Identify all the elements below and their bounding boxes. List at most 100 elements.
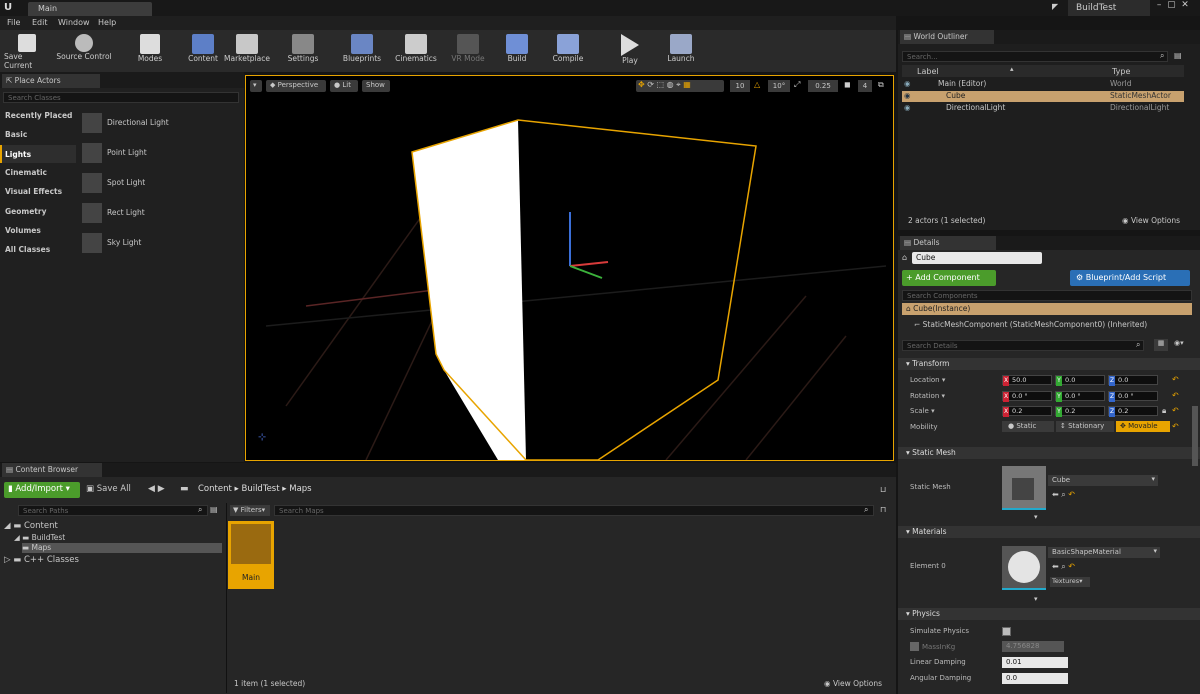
outliner-row-main[interactable]: ◉ Main (Editor) World	[902, 79, 1184, 90]
category-all-classes[interactable]: All Classes	[5, 245, 50, 254]
static-mesh-dropdown[interactable]: Cube ▾	[1048, 475, 1158, 486]
rotation-y-field[interactable]: Y 0.0 °	[1055, 391, 1105, 402]
chevron-down-icon[interactable]: ▾	[1034, 513, 1048, 521]
show-button[interactable]: Show	[362, 80, 390, 92]
eye-icon[interactable]: ◉	[904, 91, 911, 100]
static-mesh-thumbnail[interactable]	[1002, 466, 1046, 510]
scale-snap-value[interactable]: 0.25	[808, 80, 838, 92]
viewport[interactable]: ▾ ◆ Perspective ● Lit Show ✥ ⟳ ⬚ ◍ ⌖ ▦ 1…	[245, 75, 894, 461]
actor-sky-light[interactable]: Sky Light	[80, 232, 240, 254]
mass-override-checkbox[interactable]	[910, 642, 919, 651]
material-browse-icons[interactable]: ⬅ ⌕ ↶	[1052, 562, 1092, 572]
lock-icon[interactable]: 🔒︎	[1162, 406, 1172, 416]
save-all-button[interactable]: ▣ Save All	[86, 484, 142, 496]
launch-button[interactable]: Launch	[664, 30, 698, 63]
physics-section-header[interactable]: ▾ Physics	[898, 608, 1200, 620]
settings-button[interactable]: Settings	[283, 30, 323, 63]
reset-icon[interactable]: ↶	[1172, 406, 1180, 416]
menu-file[interactable]: File	[7, 18, 20, 27]
sources-view-icon[interactable]: ▤	[210, 505, 220, 515]
location-z-field[interactable]: Z 0.0	[1108, 375, 1158, 386]
category-recently-placed[interactable]: Recently Placed	[5, 111, 72, 120]
materials-section-header[interactable]: ▾ Materials	[898, 526, 1200, 538]
viewport-options-button[interactable]: ▾	[250, 80, 262, 92]
eye-icon[interactable]: ◉	[904, 79, 911, 88]
rotation-label[interactable]: Rotation ▾	[910, 392, 945, 400]
category-cinematic[interactable]: Cinematic	[5, 168, 47, 177]
property-matrix-icon[interactable]: ▦	[1154, 339, 1168, 351]
grid-snap-value[interactable]: 10	[730, 80, 750, 92]
history-nav-buttons[interactable]: ◀ ▶	[148, 484, 172, 496]
tree-cpp-classes[interactable]: ▷ ▬ C++ Classes	[4, 555, 224, 567]
breadcrumb-maps[interactable]: Maps	[289, 484, 311, 494]
location-label[interactable]: Location ▾	[910, 376, 945, 384]
marketplace-button[interactable]: Marketplace	[224, 30, 270, 63]
filters-button[interactable]: ▼ Filters▾	[230, 505, 270, 516]
lit-button[interactable]: ● Lit	[330, 80, 358, 92]
search-maps-input[interactable]: Search Maps	[274, 505, 874, 516]
linear-damping-field[interactable]: 0.01	[1002, 657, 1068, 668]
simulate-physics-checkbox[interactable]	[1002, 627, 1011, 636]
vr-mode-button[interactable]: VR Mode	[448, 30, 488, 63]
location-x-field[interactable]: X 50.0	[1002, 375, 1052, 386]
compile-button[interactable]: Compile	[550, 30, 586, 63]
location-y-field[interactable]: Y 0.0	[1055, 375, 1105, 386]
chevron-down-icon[interactable]: ▾	[1034, 595, 1048, 603]
build-button[interactable]: Build	[500, 30, 534, 63]
col-label[interactable]: Label	[917, 67, 939, 76]
save-current-button[interactable]: Save Current	[4, 30, 50, 70]
search-classes-input[interactable]: Search Classes	[3, 92, 239, 103]
reset-icon[interactable]: ↶	[1068, 562, 1075, 571]
use-selected-icon[interactable]: ⬅	[1052, 490, 1061, 499]
transform-mode-buttons[interactable]: ✥ ⟳ ⬚ ◍ ⌖ ▦	[636, 80, 724, 92]
actor-rect-light[interactable]: Rect Light	[80, 202, 240, 224]
menu-help[interactable]: Help	[98, 18, 116, 27]
tab-world-outliner[interactable]: ▤ World Outliner	[900, 30, 994, 44]
tab-main[interactable]: Main	[28, 2, 152, 16]
tree-content[interactable]: ◢ ▬ Content	[4, 521, 224, 533]
rotation-snap-value[interactable]: 10°	[768, 80, 790, 92]
mobility-stationary-button[interactable]: ↕ Stationary	[1056, 421, 1114, 432]
angular-damping-field[interactable]: 0.0	[1002, 673, 1068, 684]
search-components-input[interactable]: Search Components	[902, 290, 1192, 301]
scale-label[interactable]: Scale ▾	[910, 407, 935, 415]
tab-content-browser[interactable]: ▤ Content Browser	[2, 463, 102, 477]
category-visual-effects[interactable]: Visual Effects	[5, 187, 62, 196]
tree-buildtest[interactable]: ◢ ▬ BuildTest	[14, 533, 224, 543]
lock-icon[interactable]: ⊓	[880, 505, 890, 515]
outliner-search-input[interactable]: Search...	[902, 51, 1168, 62]
eye-icon[interactable]: ◉	[904, 103, 911, 112]
rotation-x-field[interactable]: X 0.0 °	[1002, 391, 1052, 402]
gizmo-x[interactable]	[569, 261, 609, 267]
menu-edit[interactable]: Edit	[32, 18, 48, 27]
window-controls[interactable]: – ▢ ✕	[1154, 0, 1200, 12]
breadcrumb-buildtest[interactable]: BuildTest	[241, 484, 279, 494]
static-mesh-component-row[interactable]: ⌐ StaticMeshComponent (StaticMeshCompone…	[914, 320, 1184, 332]
transform-section-header[interactable]: ▾ Transform	[898, 358, 1200, 370]
add-component-button[interactable]: + Add Component	[902, 270, 996, 286]
breadcrumb-content[interactable]: Content	[198, 484, 232, 494]
actor-directional-light[interactable]: Directional Light	[80, 112, 240, 134]
tab-place-actors[interactable]: ⇱ Place Actors	[2, 74, 100, 88]
content-button[interactable]: Content	[184, 30, 222, 63]
outliner-row-cube[interactable]: ◉ Cube StaticMeshActor	[902, 91, 1184, 102]
rotation-z-field[interactable]: Z 0.0 °	[1108, 391, 1158, 402]
actor-spot-light[interactable]: Spot Light	[80, 172, 240, 194]
category-basic[interactable]: Basic	[5, 130, 27, 139]
blueprints-button[interactable]: Blueprints	[340, 30, 384, 63]
tree-maps[interactable]: ▬ Maps	[22, 543, 222, 553]
outliner-row-light[interactable]: ◉ DirectionalLight DirectionalLight	[902, 103, 1184, 114]
forward-icon[interactable]: ▶	[158, 484, 165, 494]
reset-icon[interactable]: ↶	[1068, 490, 1075, 499]
scale-y-field[interactable]: Y 0.2	[1055, 406, 1105, 417]
reset-icon[interactable]: ↶	[1172, 391, 1180, 401]
material-thumbnail[interactable]	[1002, 546, 1046, 590]
details-scrollbar[interactable]	[1192, 406, 1198, 466]
static-mesh-section-header[interactable]: ▾ Static Mesh	[898, 447, 1200, 459]
col-type[interactable]: Type	[1112, 67, 1130, 76]
use-selected-icon[interactable]: ⬅	[1052, 562, 1061, 571]
tab-details[interactable]: ▤ Details	[900, 236, 996, 250]
textures-dropdown[interactable]: Textures▾	[1050, 577, 1090, 587]
material-dropdown[interactable]: BasicShapeMaterial ▾	[1048, 547, 1160, 558]
search-paths-input[interactable]: Search Paths	[18, 505, 208, 516]
